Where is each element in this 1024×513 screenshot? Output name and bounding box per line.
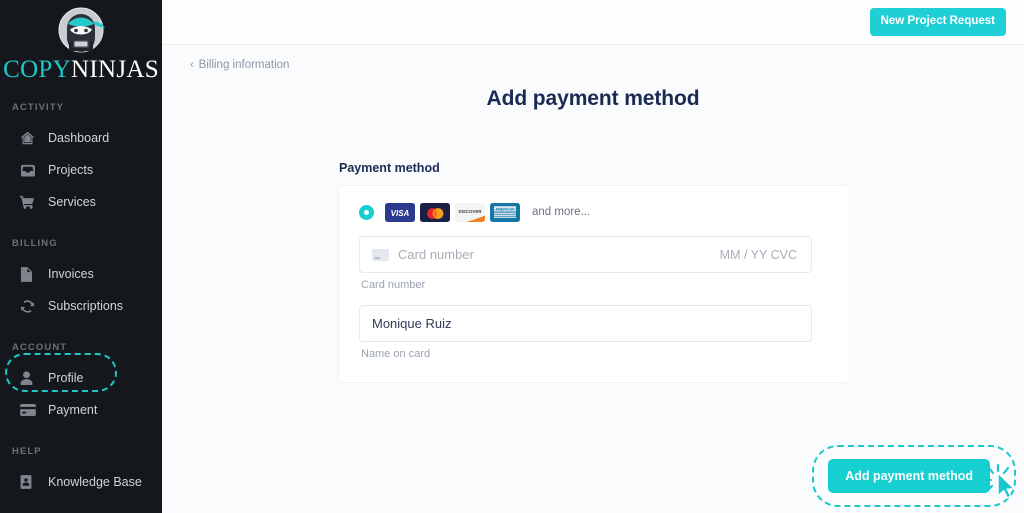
- name-on-card-hint: Name on card: [361, 348, 431, 360]
- sidebar-item-label: Payment: [48, 402, 98, 417]
- app-root: COPYNINJAS ACTIVITY Dashboard Projects S…: [0, 0, 1024, 513]
- sidebar-item-label: Knowledge Base: [48, 474, 142, 489]
- amex-icon: AMERICAN: [490, 202, 520, 222]
- sidebar-item-label: Invoices: [48, 266, 94, 281]
- sidebar-section-activity-label: ACTIVITY: [12, 102, 65, 113]
- inbox-icon: [20, 162, 38, 178]
- payment-method-card: VISA DISCOVER AMERICAN and more... Card …: [339, 186, 849, 382]
- wordmark-copy: COPY: [3, 56, 71, 83]
- sidebar-item-label: Services: [48, 194, 96, 209]
- main-content: New Project Request ‹ Billing informatio…: [162, 0, 1024, 513]
- card-payment-radio[interactable]: [359, 204, 374, 220]
- chevron-left-icon: ‹: [190, 58, 194, 71]
- card-number-placeholder: Card number: [398, 247, 474, 262]
- sidebar-item-profile[interactable]: Profile: [0, 362, 162, 394]
- breadcrumb[interactable]: ‹ Billing information: [162, 45, 1024, 71]
- sidebar-section-billing-label: BILLING: [12, 238, 58, 249]
- sidebar-item-knowledge-base[interactable]: Knowledge Base: [0, 466, 162, 498]
- user-icon: [20, 370, 38, 386]
- sidebar-item-subscriptions[interactable]: Subscriptions: [0, 290, 162, 322]
- sidebar-section-help-label: HELP: [12, 446, 42, 457]
- svg-text:DISCOVER: DISCOVER: [459, 208, 483, 213]
- mastercard-icon: [420, 202, 450, 222]
- sidebar-item-label: Profile: [48, 370, 84, 385]
- sidebar-item-invoices[interactable]: Invoices: [0, 258, 162, 290]
- svg-text:VISA: VISA: [391, 209, 410, 218]
- footer-actions: Add payment method: [812, 444, 1016, 507]
- name-on-card-input[interactable]: Monique Ruiz: [359, 305, 812, 342]
- wordmark-ninjas: NINJAS: [70, 56, 159, 83]
- sidebar-item-label: Projects: [48, 162, 94, 177]
- sidebar-item-services[interactable]: Services: [0, 186, 162, 218]
- brand-logo[interactable]: COPYNINJAS: [0, 0, 162, 86]
- payment-form: Payment method VISA DISCOVER AMERICAN an…: [337, 161, 849, 382]
- card-number-hint: Card number: [361, 279, 426, 291]
- sidebar: COPYNINJAS ACTIVITY Dashboard Projects S…: [0, 0, 162, 513]
- sidebar-section-account-label: ACCOUNT: [12, 342, 68, 353]
- ninja-mascot-icon: [58, 7, 105, 53]
- expiry-cvc-placeholder: MM / YY CVC: [719, 247, 797, 262]
- document-icon: [20, 266, 38, 282]
- new-project-request-button[interactable]: New Project Request: [869, 8, 1006, 36]
- sidebar-item-payment[interactable]: Payment: [0, 394, 162, 426]
- payment-method-heading: Payment method: [339, 161, 440, 175]
- sidebar-item-label: Subscriptions: [48, 298, 124, 313]
- brand-wordmark: COPYNINJAS: [0, 57, 162, 82]
- credit-card-icon: [20, 402, 38, 418]
- discover-icon: DISCOVER: [455, 202, 485, 222]
- sidebar-item-projects[interactable]: Projects: [0, 154, 162, 186]
- card-brands-row: VISA DISCOVER AMERICAN and more...: [359, 200, 812, 224]
- visa-icon: VISA: [385, 202, 415, 222]
- name-on-card-value: Monique Ruiz: [372, 316, 452, 331]
- home-icon: [20, 130, 38, 146]
- sidebar-item-dashboard[interactable]: Dashboard: [0, 122, 162, 154]
- book-icon: [20, 474, 38, 490]
- page-title: Add payment method: [486, 87, 700, 110]
- top-header-bar: New Project Request: [162, 0, 1024, 45]
- card-number-input[interactable]: Card number MM / YY CVC: [359, 236, 812, 273]
- refresh-icon: [20, 298, 38, 314]
- and-more-label: and more...: [532, 206, 591, 218]
- credit-card-icon: [372, 248, 389, 261]
- cart-icon: [20, 194, 38, 210]
- svg-text:AMERICAN: AMERICAN: [495, 207, 515, 211]
- breadcrumb-label: Billing information: [198, 59, 290, 71]
- sidebar-item-label: Dashboard: [48, 130, 110, 145]
- add-payment-method-button[interactable]: Add payment method: [828, 458, 990, 493]
